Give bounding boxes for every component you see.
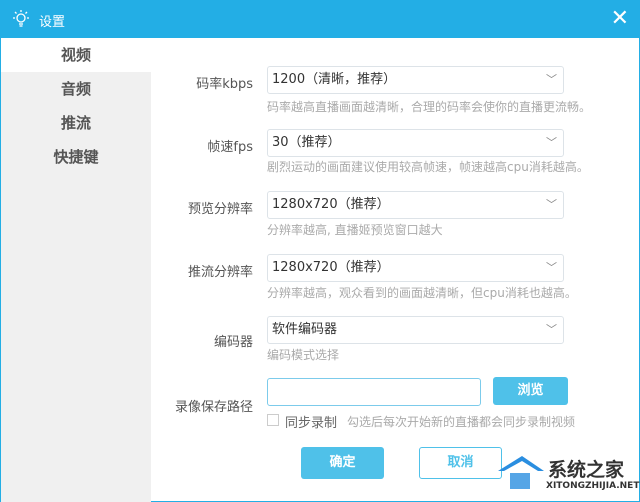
- chevron-down-icon: ﹀: [546, 323, 557, 336]
- fps-label: 帧速fps: [207, 140, 253, 155]
- chevron-down-icon: ﹀: [546, 73, 557, 86]
- sync-record-label[interactable]: 同步录制: [285, 412, 337, 431]
- watermark-logo: 系统之家 XITONGZHIJIA.NET: [496, 453, 640, 501]
- encoder-label: 编码器: [213, 335, 253, 350]
- title-bar: 设置 ✕: [1, 1, 639, 38]
- chevron-down-icon: ﹀: [546, 136, 557, 149]
- chevron-down-icon: ﹀: [546, 261, 557, 274]
- record-path-input[interactable]: [267, 378, 481, 406]
- bitrate-select[interactable]: 1200（清晰，推荐） ﹀: [267, 66, 564, 94]
- sidebar-item-video[interactable]: 视频: [1, 38, 151, 72]
- preview-resolution-value: 1280x720（推荐）: [272, 197, 390, 212]
- sidebar-item-stream[interactable]: 推流: [1, 106, 151, 140]
- sidebar-item-hotkeys[interactable]: 快捷键: [1, 140, 151, 174]
- fps-hint: 剧烈运动的画面建议使用较高帧速，帧速越高cpu消耗越高。: [267, 160, 589, 174]
- encoder-hint: 编码模式选择: [267, 348, 340, 362]
- sync-record-hint: 勾选后每次开始新的直播都会同步录制视频: [347, 415, 576, 429]
- stream-resolution-label: 推流分辨率: [187, 265, 253, 280]
- fps-value: 30（推荐）: [272, 135, 341, 150]
- sync-record-checkbox[interactable]: [267, 414, 279, 426]
- record-path-label: 录像保存路径: [174, 400, 253, 415]
- bitrate-hint: 码率越高直播画面越清晰，合理的码率会使你的直播更流畅。: [267, 100, 592, 114]
- stream-resolution-select[interactable]: 1280x720（推荐） ﹀: [267, 254, 564, 282]
- settings-window: 设置 ✕ 视频 音频 推流 快捷键 码率kbps 1200（清晰，推荐） ﹀ 码率…: [0, 0, 640, 502]
- house-logo-icon: [498, 456, 544, 489]
- sidebar-item-audio[interactable]: 音频: [1, 72, 151, 106]
- bitrate-label: 码率kbps: [196, 77, 253, 92]
- fps-select[interactable]: 30（推荐） ﹀: [267, 129, 564, 157]
- lightbulb-icon: [11, 9, 31, 33]
- preview-resolution-hint: 分辨率越高, 直播姬预览窗口越大: [267, 223, 443, 237]
- preview-resolution-label: 预览分辨率: [187, 202, 253, 217]
- stream-resolution-hint: 分辨率越高，观众看到的画面越清晰，但cpu消耗也越高。: [267, 286, 577, 300]
- stream-resolution-value: 1280x720（推荐）: [272, 260, 390, 275]
- ok-button[interactable]: 确定: [301, 447, 384, 479]
- encoder-select[interactable]: 软件编码器 ﹀: [267, 316, 564, 344]
- window-title: 设置: [39, 15, 66, 30]
- close-icon[interactable]: ✕: [611, 6, 629, 31]
- browse-button[interactable]: 浏览: [493, 377, 568, 405]
- chevron-down-icon: ﹀: [546, 198, 557, 211]
- encoder-value: 软件编码器: [272, 322, 338, 337]
- bitrate-value: 1200（清晰，推荐）: [272, 72, 397, 87]
- preview-resolution-select[interactable]: 1280x720（推荐） ﹀: [267, 191, 564, 219]
- cancel-button[interactable]: 取消: [419, 447, 502, 479]
- sidebar: 视频 音频 推流 快捷键: [1, 38, 151, 502]
